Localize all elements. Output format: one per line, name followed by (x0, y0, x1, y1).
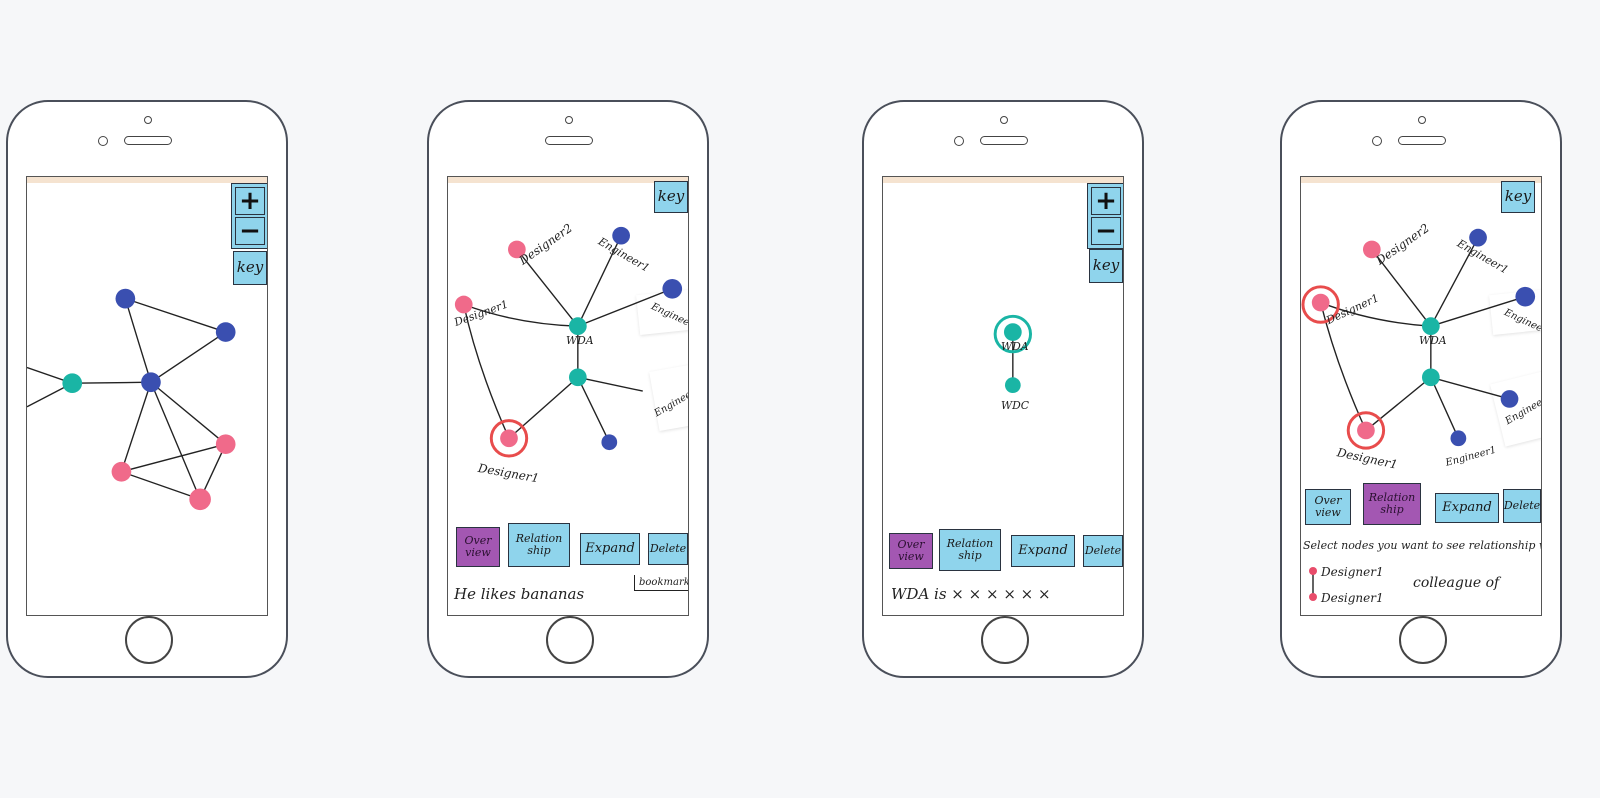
zoom-out-button[interactable]: − (235, 216, 265, 246)
delete-button[interactable]: Delete (1503, 489, 1541, 523)
delete-button[interactable]: Delete (1083, 535, 1123, 567)
camera (1372, 136, 1382, 146)
key-button[interactable]: key (654, 181, 688, 213)
phone-4: Designer2 Engineer1 Designer1 Engineer2 … (1280, 100, 1562, 678)
note-text: He likes bananas (454, 585, 585, 603)
node-label: Designer1 (1323, 291, 1380, 327)
graph-node-selected[interactable] (1003, 323, 1022, 341)
phone-3: WDA WDC + − key Over view Relation ship … (862, 100, 1144, 678)
phone-1: + − key (6, 100, 288, 678)
home-button[interactable] (546, 616, 594, 664)
zoom-out-button[interactable]: − (1091, 216, 1121, 246)
graph-node[interactable] (1421, 317, 1440, 336)
delete-button[interactable]: Delete (648, 533, 688, 565)
graph-node[interactable] (568, 368, 587, 387)
graph-node[interactable] (111, 461, 132, 482)
graph-node-selected[interactable] (500, 429, 518, 448)
camera (954, 136, 964, 146)
instruction-text: Select nodes you want to see relationshi… (1303, 539, 1542, 552)
node-label: WDC (1001, 399, 1030, 412)
node-label: WDA (566, 334, 594, 347)
node-label: Designer2 (516, 221, 575, 268)
graph-node[interactable] (215, 434, 236, 455)
home-button[interactable] (981, 616, 1029, 664)
zoom-controls: + − (1087, 183, 1123, 249)
note-text: WDA is × × × × × × (891, 585, 1051, 603)
relationship-button[interactable]: Relation ship (1363, 483, 1421, 525)
node-label: Designer1 (476, 461, 540, 486)
bookmark-button[interactable]: bookmark (634, 575, 688, 591)
speaker (980, 136, 1028, 145)
expand-button[interactable]: Expand (1435, 493, 1499, 523)
graph-node[interactable] (568, 317, 587, 336)
sensor (1418, 116, 1426, 124)
graph-node[interactable] (1515, 286, 1536, 307)
graph-node[interactable] (215, 322, 236, 342)
graph-node[interactable] (1004, 377, 1021, 394)
sensor (144, 116, 152, 124)
graph-node[interactable] (115, 288, 136, 309)
selected-node-2: Designer1 (1321, 591, 1384, 605)
relationship-button[interactable]: Relation ship (939, 529, 1001, 571)
camera (98, 136, 108, 146)
key-button[interactable]: key (233, 251, 267, 285)
zoom-in-button[interactable]: + (235, 186, 265, 216)
screen: Designer2 Engineer1 Designer1 Engineer2 … (447, 176, 689, 616)
graph-node[interactable] (1421, 368, 1440, 387)
relationship-button[interactable]: Relation ship (508, 523, 570, 567)
expand-button[interactable]: Expand (580, 533, 640, 565)
graph-node[interactable] (1450, 430, 1467, 447)
node-label: WDA (1001, 340, 1029, 353)
overview-button[interactable]: Over view (1305, 489, 1351, 525)
graph-node[interactable] (62, 373, 83, 394)
home-button[interactable] (1399, 616, 1447, 664)
speaker (124, 136, 172, 145)
overview-button[interactable]: Over view (889, 533, 933, 569)
home-button[interactable] (125, 616, 173, 664)
relation-text: colleague of (1413, 575, 1500, 591)
node-label: WDA (1419, 334, 1447, 347)
graph-node[interactable] (141, 372, 161, 393)
selected-node-1: Designer1 (1321, 565, 1384, 579)
node-label: Designer2 (1373, 221, 1432, 268)
speaker (545, 136, 593, 145)
node-label: Engineer2 (648, 301, 688, 333)
expand-button[interactable]: Expand (1011, 535, 1075, 567)
graph-node[interactable] (601, 434, 618, 451)
screen: WDA WDC + − key Over view Relation ship … (882, 176, 1124, 616)
node-label: Engineer1 (1444, 445, 1498, 469)
key-button[interactable]: key (1089, 249, 1123, 283)
node-label: Engineer1 (652, 384, 688, 420)
overview-button[interactable]: Over view (456, 527, 500, 567)
key-button[interactable]: key (1501, 181, 1535, 213)
zoom-in-button[interactable]: + (1091, 186, 1121, 216)
zoom-controls: + − (231, 183, 267, 249)
sensor (1000, 116, 1008, 124)
speaker (1398, 136, 1446, 145)
screen: Designer2 Engineer1 Designer1 Engineer2 … (1300, 176, 1542, 616)
node-label: Engineer2 (1501, 307, 1541, 339)
phone-2: Designer2 Engineer1 Designer1 Engineer2 … (427, 100, 709, 678)
selection-connector (1309, 567, 1317, 601)
graph-node-selected[interactable] (1357, 421, 1375, 440)
graph-node[interactable] (662, 278, 683, 299)
sensor (565, 116, 573, 124)
graph-node[interactable] (189, 488, 211, 511)
graph-node-selected[interactable] (1311, 293, 1330, 312)
screen: + − key (26, 176, 268, 616)
graph-node[interactable] (1500, 390, 1519, 408)
